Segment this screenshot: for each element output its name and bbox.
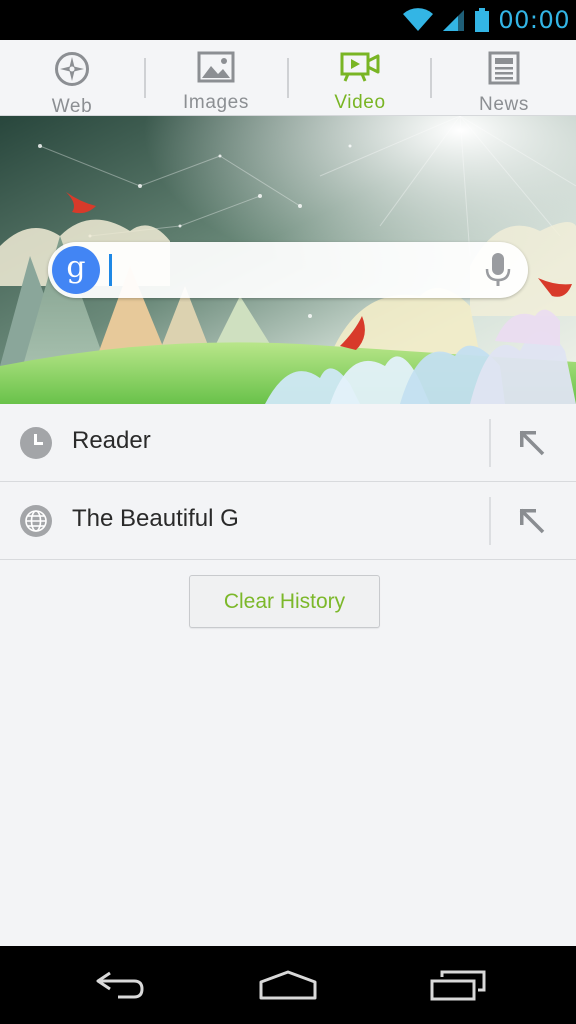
clock-icon [20, 427, 52, 459]
tab-video-label: Video [334, 92, 386, 113]
tab-web-label: Web [51, 96, 93, 117]
search-box[interactable]: g [48, 242, 528, 298]
tab-web[interactable]: Web [0, 40, 144, 117]
tab-divider [430, 58, 432, 98]
status-bar: 00:00 [0, 0, 576, 40]
search-input[interactable] [106, 250, 466, 290]
arrow-up-left-icon[interactable] [506, 420, 558, 466]
system-nav-bar [0, 946, 576, 1024]
recent-apps-icon[interactable] [410, 960, 506, 1010]
tab-images-label: Images [183, 92, 249, 113]
microphone-icon[interactable] [484, 252, 512, 293]
search-type-tabs: Web Images Video News [0, 40, 576, 117]
arrow-up-left-icon[interactable] [506, 498, 558, 544]
google-g-letter: g [66, 250, 86, 285]
status-clock: 00:00 [498, 6, 570, 34]
compass-icon [54, 51, 90, 92]
video-camera-icon [340, 51, 380, 88]
image-icon [197, 51, 235, 88]
cell-signal-icon [442, 8, 466, 32]
tab-news[interactable]: News [432, 40, 576, 115]
globe-icon [20, 505, 52, 537]
google-g-icon: g [52, 246, 100, 294]
tab-images[interactable]: Images [144, 40, 288, 115]
clear-history-button[interactable]: Clear History [189, 575, 380, 628]
tab-divider [144, 58, 146, 98]
tab-video[interactable]: Video [288, 40, 432, 115]
home-icon[interactable] [240, 960, 336, 1010]
search-history-list: Reader The Beautiful G [0, 404, 576, 560]
tab-news-label: News [479, 94, 529, 115]
newspaper-icon [488, 51, 520, 90]
history-item-label: Reader [72, 427, 151, 454]
hero-banner: g [0, 116, 576, 404]
history-item[interactable]: The Beautiful G [0, 482, 576, 560]
history-item[interactable]: Reader [0, 404, 576, 482]
history-item-label: The Beautiful G [72, 505, 239, 532]
tab-divider [287, 58, 289, 98]
wifi-icon [402, 8, 434, 32]
row-divider [489, 497, 491, 545]
back-icon[interactable] [72, 960, 168, 1010]
text-cursor [109, 254, 112, 286]
row-divider [489, 419, 491, 467]
battery-icon [474, 8, 490, 32]
